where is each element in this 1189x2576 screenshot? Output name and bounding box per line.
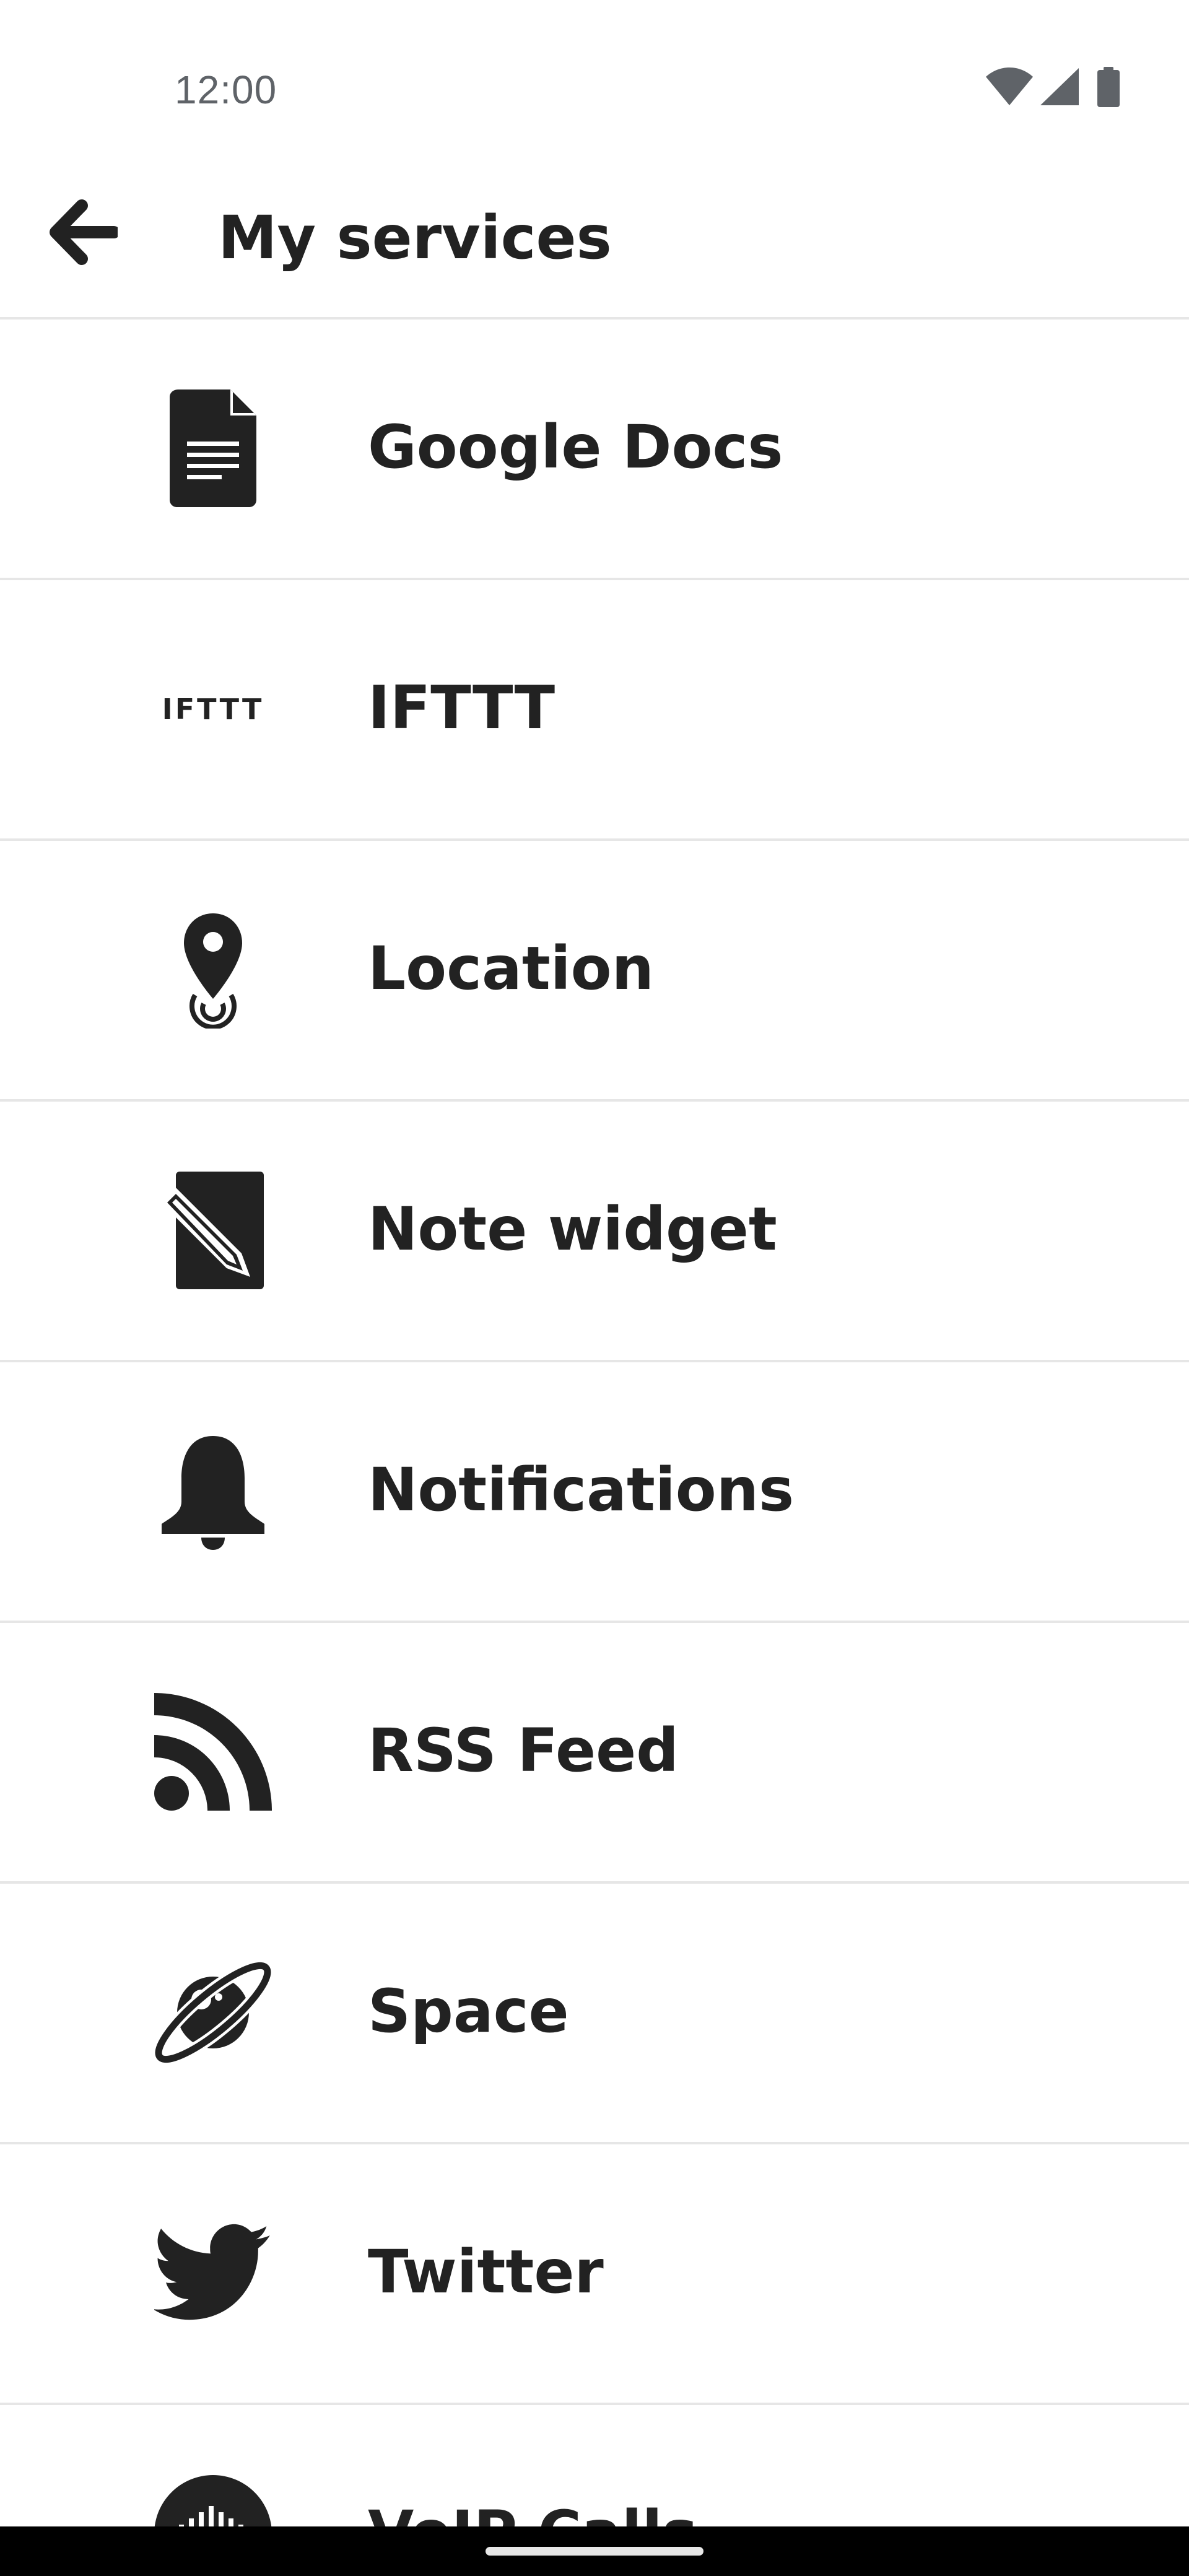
service-row-rss-feed[interactable]: RSS Feed	[0, 1623, 1189, 1884]
service-label: Google Docs	[368, 412, 783, 482]
service-label: Notifications	[368, 1455, 795, 1525]
location-pin-icon	[184, 913, 242, 1029]
cellular-signal-icon	[1040, 68, 1079, 105]
status-time: 12:00	[175, 67, 277, 112]
google-docs-icon	[170, 389, 256, 507]
status-icons	[985, 67, 1132, 114]
service-label: VoIP Calls	[368, 2496, 698, 2526]
back-button[interactable]	[37, 186, 130, 279]
twitter-bird-icon	[154, 2224, 270, 2320]
services-list: Google Docs IFTTT IFTTT Location Note wi…	[0, 320, 1189, 2526]
planet-icon	[154, 1959, 272, 2066]
service-row-voip-calls[interactable]: VoIP Calls	[0, 2405, 1189, 2526]
service-row-note-widget[interactable]: Note widget	[0, 1102, 1189, 1362]
arrow-left-icon	[50, 199, 118, 265]
service-row-google-docs[interactable]: Google Docs	[0, 320, 1189, 580]
page-title: My services	[218, 203, 612, 272]
voip-calls-icon	[154, 2475, 272, 2526]
note-widget-icon	[161, 1172, 264, 1289]
service-label: Twitter	[368, 2237, 604, 2307]
top-app-bar: My services	[0, 149, 1189, 320]
service-label: Space	[368, 1977, 569, 2046]
status-bar: 12:00	[0, 0, 1189, 149]
service-row-ifttt[interactable]: IFTTT IFTTT	[0, 580, 1189, 841]
ifttt-logo-icon: IFTTT	[162, 692, 264, 726]
navigation-bar	[0, 2526, 1189, 2576]
home-indicator[interactable]	[486, 2547, 703, 2556]
service-row-twitter[interactable]: Twitter	[0, 2144, 1189, 2405]
service-label: Location	[368, 934, 654, 1003]
service-label: Note widget	[368, 1194, 777, 1264]
service-label: RSS Feed	[368, 1716, 679, 1785]
service-row-space[interactable]: Space	[0, 1884, 1189, 2144]
rss-icon	[154, 1693, 272, 1811]
service-row-location[interactable]: Location	[0, 841, 1189, 1102]
battery-icon	[1097, 67, 1120, 107]
service-label: IFTTT	[368, 673, 555, 742]
wifi-icon	[986, 67, 1033, 105]
service-row-notifications[interactable]: Notifications	[0, 1362, 1189, 1623]
bell-icon	[162, 1436, 264, 1550]
